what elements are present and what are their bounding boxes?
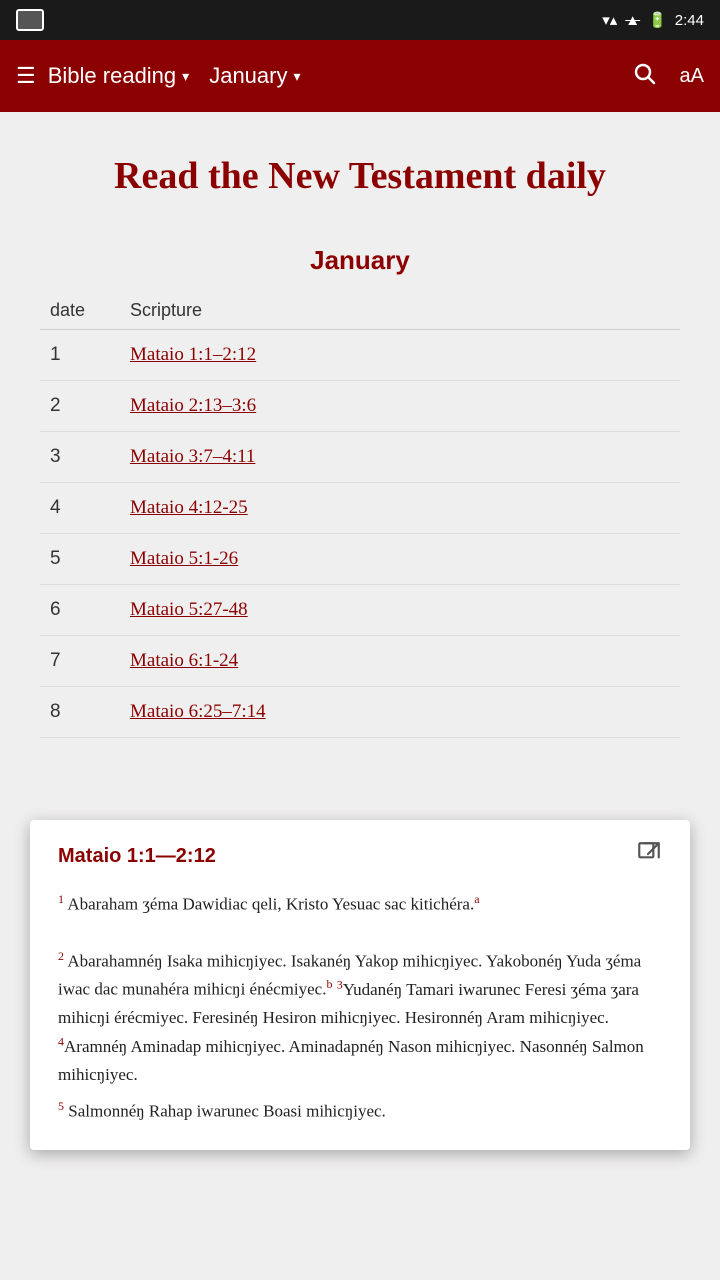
reading-4[interactable]: Mataio 4:12-25	[130, 497, 670, 519]
date-4: 4	[50, 497, 130, 519]
month-selector[interactable]: January ▾	[209, 63, 300, 89]
verse-4-sup: 4	[58, 1034, 64, 1048]
main-title: Read the New Testament daily	[50, 152, 670, 201]
table-row: 2 Mataio 2:13–3:6	[40, 381, 680, 432]
reading-3[interactable]: Mataio 3:7–4:11	[130, 446, 670, 468]
date-5: 5	[50, 548, 130, 570]
reading-6[interactable]: Mataio 5:27-48	[130, 599, 670, 621]
toolbar-icons: aA	[632, 61, 704, 92]
table-row: 3 Mataio 3:7–4:11	[40, 432, 680, 483]
date-8: 8	[50, 701, 130, 723]
verse-1-text: Abaraham ʒéma Dawidiac qeli, Kristo Yesu…	[67, 895, 474, 914]
date-1: 1	[50, 344, 130, 366]
header-scripture: Scripture	[130, 300, 670, 321]
reading-table: date Scripture 1 Mataio 1:1–2:12 2 Matai…	[0, 292, 720, 738]
header-section: Read the New Testament daily	[0, 112, 720, 221]
table-row: 8 Mataio 6:25–7:14	[40, 687, 680, 738]
app-title[interactable]: Bible reading ▾	[48, 63, 189, 89]
table-header: date Scripture	[40, 292, 680, 330]
reading-1[interactable]: Mataio 1:1–2:12	[130, 344, 670, 366]
month-dropdown-icon: ▾	[293, 68, 300, 85]
app-bar: ☰ Bible reading ▾ January ▾ aA	[0, 40, 720, 112]
table-row: 1 Mataio 1:1–2:12	[40, 330, 680, 381]
table-row: 7 Mataio 6:1-24	[40, 636, 680, 687]
status-bar-right: ▾▴ ▲ 🔋 2:44	[602, 11, 704, 29]
reading-2[interactable]: Mataio 2:13–3:6	[130, 395, 670, 417]
status-bar: ▾▴ ▲ 🔋 2:44	[0, 0, 720, 40]
month-label: January	[209, 63, 287, 89]
popup-header: Mataio 1:1—2:12	[58, 840, 662, 872]
font-size-button[interactable]: aA	[680, 65, 704, 88]
popup-title: Mataio 1:1—2:12	[58, 845, 216, 868]
wifi-icon: ▾▴	[602, 11, 617, 29]
reading-7[interactable]: Mataio 6:1-24	[130, 650, 670, 672]
app-title-text: Bible reading	[48, 63, 176, 89]
date-6: 6	[50, 599, 130, 621]
section-month: January	[0, 245, 720, 276]
screenshot-icon	[16, 9, 44, 31]
date-3: 3	[50, 446, 130, 468]
table-row: 6 Mataio 5:27-48	[40, 585, 680, 636]
menu-button[interactable]: ☰	[16, 63, 36, 89]
signal-icon: ▲	[625, 12, 640, 29]
verse-1-sup: 1	[58, 892, 64, 906]
table-row: 5 Mataio 5:1-26	[40, 534, 680, 585]
verse-5-text: Salmonnéŋ Rahap iwarunec Boasi mihicŋiye…	[68, 1102, 386, 1121]
clock: 2:44	[675, 12, 704, 29]
footnote-b[interactable]: b	[326, 977, 332, 991]
date-7: 7	[50, 650, 130, 672]
popup-body: 1 Abaraham ʒéma Dawidiac qeli, Kristo Ye…	[58, 890, 662, 1126]
reading-8[interactable]: Mataio 6:25–7:14	[130, 701, 670, 723]
verse-3-sup: 3	[337, 977, 343, 991]
main-content: Read the New Testament daily January dat…	[0, 112, 720, 1280]
battery-icon: 🔋	[648, 11, 667, 29]
status-bar-left	[16, 9, 44, 31]
search-icon[interactable]	[632, 61, 656, 92]
date-2: 2	[50, 395, 130, 417]
footnote-a[interactable]: a	[474, 892, 479, 906]
verse-5-sup: 5	[58, 1099, 64, 1113]
table-row: 4 Mataio 4:12-25	[40, 483, 680, 534]
scripture-popup: Mataio 1:1—2:12 1 Abaraham ʒéma Dawidiac…	[30, 820, 690, 1150]
verse-2-sup: 2	[58, 949, 64, 963]
header-date: date	[50, 300, 130, 321]
title-dropdown-icon: ▾	[182, 68, 189, 85]
external-link-icon[interactable]	[636, 840, 662, 872]
reading-5[interactable]: Mataio 5:1-26	[130, 548, 670, 570]
